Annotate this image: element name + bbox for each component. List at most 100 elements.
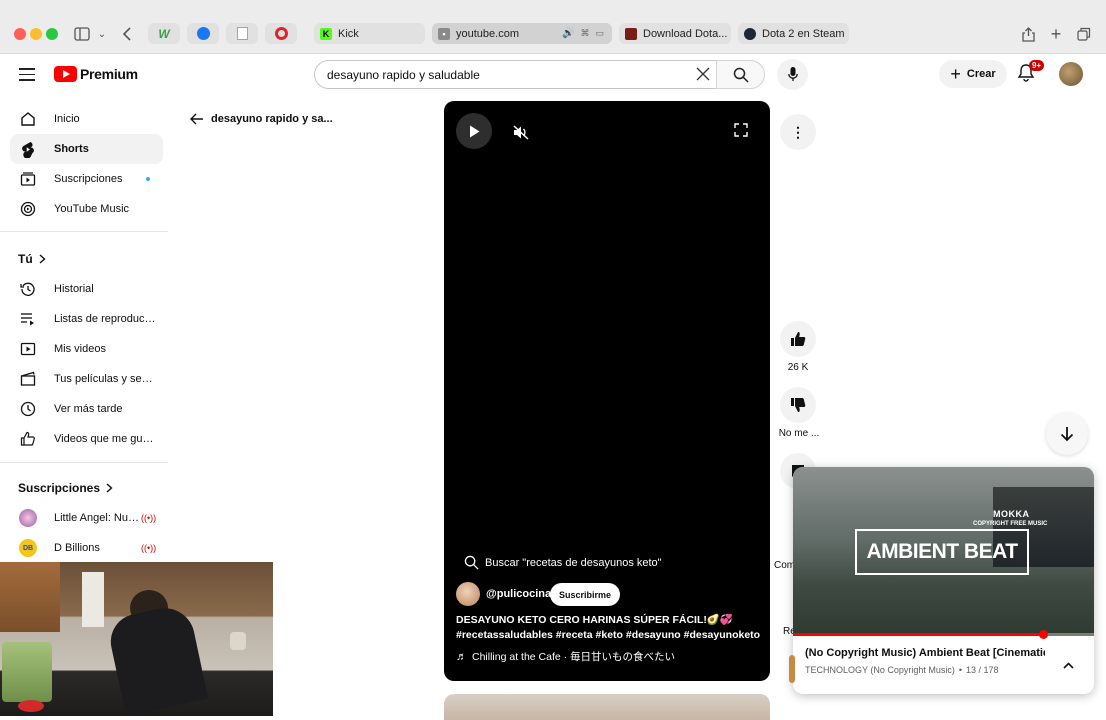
tab-download-dota[interactable]: Download Dota... xyxy=(619,23,731,44)
minimize-window-button[interactable] xyxy=(30,28,42,40)
music-attribution[interactable]: ♬ Chilling at the Cafe · 毎日甘いもの食べたい xyxy=(456,649,675,664)
mini-progress-fill xyxy=(793,633,1043,636)
you-section-title[interactable]: Tú xyxy=(18,252,46,266)
logo-text: Premium xyxy=(80,66,138,82)
kick-icon: K xyxy=(320,27,332,40)
mini-player[interactable]: MOKKA COPYRIGHT FREE MUSIC AMBIENT BEAT … xyxy=(793,467,1094,694)
music-note-icon: ♬ xyxy=(456,650,467,663)
mini-player-meta: TECHNOLOGY (No Copyright Music) • 13 / 1… xyxy=(805,665,999,675)
share-icon[interactable] xyxy=(1018,24,1038,44)
live-icon: ((•)) xyxy=(141,513,157,523)
back-nav-icon[interactable] xyxy=(117,24,137,44)
home-icon xyxy=(19,110,37,128)
thumbs-down-icon xyxy=(791,398,806,412)
sidebar-item-label: Ver más tarde xyxy=(54,403,123,415)
tab-label: Download Dota... xyxy=(643,27,728,40)
search-suggestion[interactable]: Buscar "recetas de desayunos keto" xyxy=(464,555,662,570)
new-content-dot xyxy=(146,177,150,181)
thumb-title-frame: AMBIENT BEAT xyxy=(855,529,1029,575)
pinned-tab-facebook[interactable] xyxy=(187,23,219,44)
sidebar-item-peliculas[interactable]: Tus películas y seri... xyxy=(10,364,163,394)
fullscreen-button[interactable] xyxy=(733,122,751,140)
mini-player-channel: TECHNOLOGY (No Copyright Music) xyxy=(805,665,955,675)
menu-icon[interactable] xyxy=(19,67,35,81)
pinned-tab-docs[interactable] xyxy=(226,23,258,44)
voice-search-button[interactable] xyxy=(777,59,808,90)
tab-youtube[interactable]: ▪ youtube.com 🔊 ⌘ ▭ xyxy=(432,23,612,44)
thumb-sub: COPYRIGHT FREE MUSIC xyxy=(973,521,1048,527)
dislike-button[interactable] xyxy=(780,387,816,423)
sidebar-item-listas[interactable]: Listas de reproducc... xyxy=(10,304,163,334)
sidebar-item-videos-que-me-gustan[interactable]: Videos que me gus... xyxy=(10,424,163,454)
channel-name[interactable]: @pulicocina xyxy=(486,588,551,600)
back-to-results[interactable]: desayuno rapido y sa... xyxy=(190,113,333,125)
sidebar-item-label: Historial xyxy=(54,283,94,295)
youtube-logo[interactable]: Premium xyxy=(54,66,138,82)
sidebar-item-historial[interactable]: Historial xyxy=(10,274,163,304)
expand-mini-player-button[interactable] xyxy=(1059,656,1077,674)
sidebar-item-shorts[interactable]: Shorts xyxy=(10,134,163,164)
search-input[interactable]: desayuno rapido y saludable xyxy=(314,60,716,89)
sidebar-item-inicio[interactable]: Inicio xyxy=(10,104,163,134)
sidebar-item-label: Tus películas y seri... xyxy=(54,373,156,385)
more-options-button[interactable]: ⋮ xyxy=(780,114,816,150)
thumb-title: AMBIENT BEAT xyxy=(866,540,1018,563)
next-short-button[interactable] xyxy=(1046,413,1088,455)
pip-icon[interactable]: ▭ xyxy=(595,28,604,39)
mini-progress-knob[interactable] xyxy=(1038,630,1048,639)
next-short-preview[interactable] xyxy=(444,694,770,720)
sidebar-item-little-angel[interactable]: Little Angel: Nurs... ((•)) xyxy=(10,503,163,533)
subscribe-button[interactable]: Suscribirme xyxy=(550,583,621,606)
sidebar-toggle-icon[interactable] xyxy=(72,24,92,44)
notifications-button[interactable]: 9+ xyxy=(1017,60,1045,85)
subscriptions-title: Suscripciones xyxy=(18,481,101,495)
close-window-button[interactable] xyxy=(14,28,26,40)
create-label: Crear xyxy=(966,68,996,80)
short-title[interactable]: DESAYUNO KETO CERO HARINAS SÚPER FÁCIL!🥑… xyxy=(456,613,762,643)
mini-player-title[interactable]: (No Copyright Music) Ambient Beat [Cinem… xyxy=(805,647,1045,659)
pinned-tab-whatsapp[interactable]: W xyxy=(148,23,180,44)
more-vertical-icon: ⋮ xyxy=(791,124,805,140)
tab-overview-icon[interactable] xyxy=(1074,24,1094,44)
plus-icon: + xyxy=(950,64,961,84)
translate-icon[interactable]: ⌘ xyxy=(580,28,589,39)
avatar[interactable] xyxy=(1059,62,1083,86)
mute-button[interactable] xyxy=(510,121,532,143)
fullscreen-icon xyxy=(734,123,748,137)
red-cup xyxy=(18,700,44,712)
zoom-window-button[interactable] xyxy=(46,28,58,40)
sidebar-item-ver-mas-tarde[interactable]: Ver más tarde xyxy=(10,394,163,424)
short-video-player[interactable]: Buscar "recetas de desayunos keto" @puli… xyxy=(444,101,770,681)
tab-dota-steam[interactable]: Dota 2 en Steam xyxy=(738,23,849,44)
tab-kick[interactable]: K Kick xyxy=(314,23,425,44)
comments-label: Com xyxy=(774,560,796,571)
mini-player-thumbnail[interactable]: MOKKA COPYRIGHT FREE MUSIC AMBIENT BEAT xyxy=(793,467,1094,636)
sidebar-item-youtube-music[interactable]: YouTube Music xyxy=(10,194,163,224)
sidebar-divider xyxy=(0,462,168,463)
chevron-down-icon[interactable]: ⌄ xyxy=(92,24,112,44)
sidebar-item-suscripciones[interactable]: Suscripciones xyxy=(10,164,163,194)
subscriptions-section-title[interactable]: Suscripciones xyxy=(18,481,113,495)
chevron-right-icon xyxy=(39,254,46,264)
play-icon xyxy=(469,125,479,137)
music-icon xyxy=(19,200,37,218)
arrow-down-icon xyxy=(1060,427,1074,442)
search-button[interactable] xyxy=(716,60,765,89)
music-text: Chilling at the Cafe · 毎日甘いもの食べたい xyxy=(472,651,676,663)
sidebar-item-mis-videos[interactable]: Mis videos xyxy=(10,334,163,364)
play-button[interactable] xyxy=(456,113,492,149)
mini-progress-track[interactable] xyxy=(793,630,1094,639)
muted-speaker-icon xyxy=(513,124,529,140)
create-button[interactable]: + Crear xyxy=(939,60,1007,88)
steam-icon xyxy=(744,27,756,40)
search-icon xyxy=(464,555,479,570)
sidebar-item-d-billions[interactable]: DB D Billions ((•)) xyxy=(10,533,163,563)
speaker-icon[interactable]: 🔊 xyxy=(562,28,574,39)
browser-toolbar: ⌄ W K Kick ▪ youtube.com 🔊 ⌘ ▭ Download … xyxy=(0,0,1106,54)
channel-avatar[interactable] xyxy=(456,582,480,606)
new-tab-icon[interactable]: + xyxy=(1046,24,1066,44)
like-button[interactable] xyxy=(780,321,816,357)
sidebar-item-label: Listas de reproducc... xyxy=(54,313,156,325)
pinned-tab-blocked[interactable] xyxy=(265,23,297,44)
clear-search-icon[interactable] xyxy=(696,67,712,83)
